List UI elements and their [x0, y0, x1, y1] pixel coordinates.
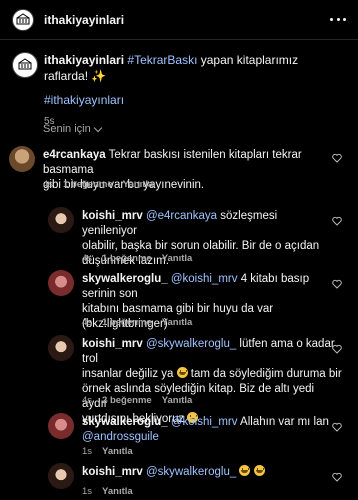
comment-mention[interactable]: @koishi_mrv	[171, 416, 238, 428]
comment-mention[interactable]: @androssguile	[82, 430, 337, 445]
reply-button[interactable]: Yanıtla	[123, 179, 154, 190]
comment-username[interactable]: koishi_mrv	[82, 210, 143, 222]
comment-meta: 1s Yanıtla	[82, 446, 133, 457]
heart-icon[interactable]	[332, 344, 342, 354]
grin-sweat-emoji-icon	[253, 465, 265, 476]
avatar[interactable]	[48, 270, 74, 296]
heart-icon[interactable]	[332, 279, 342, 289]
comment-text: koishi_mrv @skywalkeroglu_ lütfen ama o …	[82, 337, 342, 427]
comment-username[interactable]: e4rcankaya	[43, 149, 106, 161]
sort-label: Senin için	[43, 123, 91, 135]
avatar[interactable]	[48, 463, 74, 489]
caption-text: ithakiyayinlari #TekrarBaskı yapan kitap…	[44, 52, 342, 84]
avatar[interactable]	[48, 207, 74, 233]
reply-button[interactable]: Yanıtla	[102, 486, 133, 497]
avatar[interactable]	[9, 146, 35, 172]
heart-icon[interactable]	[332, 153, 342, 163]
comment-username[interactable]: koishi_mrv	[82, 338, 143, 350]
chevron-down-icon	[93, 123, 102, 132]
caption-hashtag-tekrarbaski[interactable]: #TekrarBaskı	[127, 53, 197, 67]
comment-line: insanlar değiliz ya	[82, 368, 177, 380]
comment-time: 4s	[43, 179, 54, 190]
avatar[interactable]	[48, 413, 74, 439]
post-header: ithakiyayinlari	[0, 0, 358, 40]
comment-text: koishi_mrv @skywalkeroglu_	[82, 465, 337, 480]
grin-sweat-emoji-icon	[176, 367, 188, 378]
reply-button[interactable]: Yanıtla	[162, 253, 193, 264]
comment-line: Allahın var mı lan	[237, 416, 329, 428]
comment-time: 4s	[82, 317, 93, 328]
comment-text: skywalkeroglu_ @koishi_mrv Allahın var m…	[82, 415, 337, 445]
comment-mention[interactable]: @skywalkeroglu_	[146, 338, 236, 350]
caption-hashtag-ithakiyayinlari[interactable]: #ithakiyayınları	[44, 92, 342, 108]
comment-likes[interactable]: 1 beğenme	[102, 253, 152, 264]
comment-username[interactable]: koishi_mrv	[82, 466, 143, 478]
avatar[interactable]	[48, 335, 74, 361]
comment-time: 1s	[82, 486, 93, 497]
brand-avatar[interactable]	[12, 8, 34, 31]
comment-mention[interactable]: @e4rcankaya	[146, 210, 217, 222]
post-caption: ithakiyayinlari #TekrarBaskı yapan kitap…	[12, 52, 342, 130]
comment-meta: 1s Yanıtla	[82, 486, 133, 497]
grin-sweat-emoji-icon	[239, 465, 251, 476]
heart-icon[interactable]	[332, 422, 342, 432]
comment-line: olabilir, başka bir sorun olabilir. Bir …	[82, 240, 320, 252]
comment-time: 1s	[82, 446, 93, 457]
comment-mention[interactable]: @koishi_mrv	[171, 273, 238, 285]
caption-username[interactable]: ithakiyayinlari	[44, 53, 124, 67]
comment-username[interactable]: skywalkeroglu_	[82, 273, 168, 285]
comment-meta: 4s 2 beğenme Yanıtla	[82, 395, 192, 406]
reply-button[interactable]: Yanıtla	[102, 446, 133, 457]
comment-time: 4s	[82, 395, 93, 406]
reply-button[interactable]: Yanıtla	[162, 395, 193, 406]
comment-line: tam da söylediğim duruma bir	[187, 368, 342, 380]
comment-meta: 4s 1 beğenme Yanıtla	[43, 179, 153, 190]
more-options-icon[interactable]	[330, 12, 346, 26]
caption-avatar[interactable]	[12, 52, 38, 78]
header-account-name[interactable]: ithakiyayinlari	[44, 13, 124, 27]
comment-line: kitabını basmama gibi bir huyu da var	[82, 303, 274, 315]
comment-likes[interactable]: 1 beğenme	[102, 317, 152, 328]
comment-username[interactable]: skywalkeroglu_	[82, 416, 168, 428]
heart-icon[interactable]	[332, 216, 342, 226]
reply-button[interactable]: Yanıtla	[162, 317, 193, 328]
comment-likes[interactable]: 2 beğenme	[102, 395, 152, 406]
comment-likes[interactable]: 1 beğenme	[63, 179, 113, 190]
comment-meta: 4s 1 beğenme Yanıtla	[82, 317, 192, 328]
heart-icon[interactable]	[332, 472, 342, 482]
comment-meta: 4s 1 beğenme Yanıtla	[82, 253, 192, 264]
comment-time: 4s	[82, 253, 93, 264]
comment-mention[interactable]: @skywalkeroglu_	[146, 466, 236, 478]
comment-sort-dropdown[interactable]: Senin için	[43, 123, 102, 135]
